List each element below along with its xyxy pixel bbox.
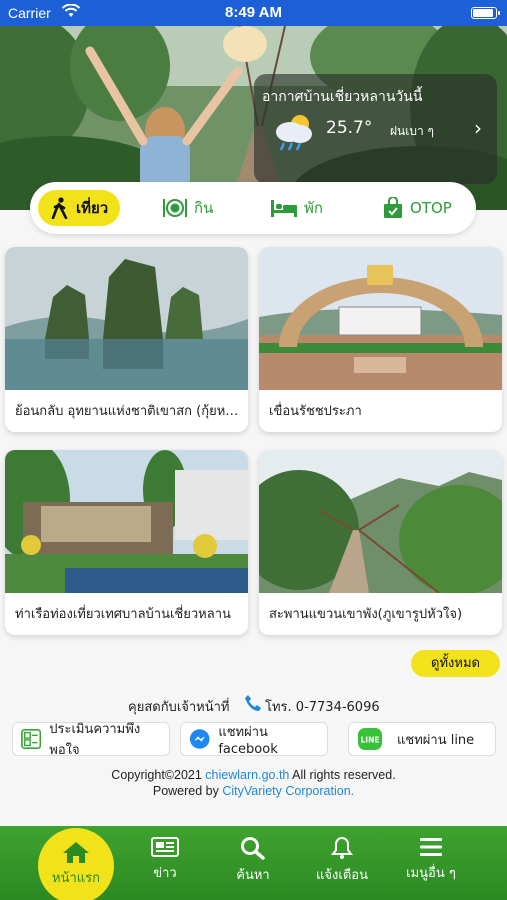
tab-notifications[interactable]: แจ้งเตือน bbox=[297, 836, 387, 885]
category-bar: เที่ยว กิน พัก OTOP bbox=[30, 182, 476, 234]
dining-icon bbox=[163, 199, 187, 217]
weather-temperature: 25.7° bbox=[326, 118, 373, 138]
company-link[interactable]: CityVariety Corporation. bbox=[222, 784, 354, 798]
rights-text: All rights reserved. bbox=[292, 768, 396, 782]
tab-label: หน้าแรก bbox=[52, 871, 100, 886]
shopping-bag-icon bbox=[384, 197, 402, 218]
checklist-icon bbox=[21, 728, 42, 750]
category-label: เที่ยว bbox=[76, 199, 109, 217]
bed-icon bbox=[271, 200, 297, 217]
site-link[interactable]: chiewlarn.go.th bbox=[205, 768, 289, 782]
line-chat-label: แชทผ่าน line bbox=[397, 732, 475, 748]
messenger-icon bbox=[189, 729, 210, 749]
clock: 8:49 AM bbox=[225, 4, 282, 21]
tab-home[interactable]: หน้าแรก bbox=[38, 828, 114, 900]
tab-news[interactable]: ข่าว bbox=[120, 836, 210, 883]
copyright-line: Copyright©2021 chiewlarn.go.th All right… bbox=[0, 768, 507, 782]
place-card[interactable]: ท่าเรือท่องเที่ยวเทศบาลบ้านเชี่ยวหลาน bbox=[5, 450, 248, 635]
newspaper-icon bbox=[151, 837, 179, 857]
status-bar: Carrier 8:49 AM bbox=[0, 0, 507, 26]
facebook-chat-button[interactable]: แชทผ่าน facebook bbox=[180, 722, 328, 757]
copyright-prefix: Copyright©2021 bbox=[111, 768, 202, 782]
place-card[interactable]: สะพานแขวนเขาพัง(ภูเขารูปหัวใจ) bbox=[259, 450, 502, 635]
place-title: ย้อนกลับ อุทยานแห่งชาติเขาสก (กุ้ยหลินเม… bbox=[15, 404, 240, 419]
powered-prefix: Powered by bbox=[152, 784, 219, 798]
category-label: กิน bbox=[194, 199, 214, 217]
line-icon: LINE bbox=[358, 728, 382, 750]
weather-widget[interactable]: อากาศบ้านเชี่ยวหลานวันนี้ 25.7° ฝนเบา ๆ … bbox=[254, 74, 497, 184]
weather-title: อากาศบ้านเชี่ยวหลานวันนี้ bbox=[262, 89, 423, 105]
category-tab-eat[interactable]: กิน bbox=[150, 190, 225, 226]
place-image bbox=[5, 450, 248, 593]
battery-icon bbox=[471, 7, 500, 19]
category-label: พัก bbox=[304, 199, 323, 217]
place-image bbox=[259, 450, 502, 593]
powered-by-line: Powered by CityVariety Corporation. bbox=[0, 784, 507, 798]
place-title: สะพานแขวนเขาพัง(ภูเขารูปหัวใจ) bbox=[269, 607, 463, 622]
survey-label: ประเมินความพึงพอใจ bbox=[49, 722, 141, 758]
place-image bbox=[259, 247, 502, 390]
bell-icon bbox=[331, 836, 353, 859]
tab-label: แจ้งเตือน bbox=[316, 868, 368, 883]
place-card[interactable]: ย้อนกลับ อุทยานแห่งชาติเขาสก (กุ้ยหลินเม… bbox=[5, 247, 248, 432]
line-chat-button[interactable]: LINE แชทผ่าน line bbox=[348, 722, 496, 756]
tab-label: ค้นหา bbox=[236, 868, 270, 883]
place-image bbox=[5, 247, 248, 390]
facebook-chat-label: แชทผ่าน facebook bbox=[218, 725, 278, 757]
home-icon bbox=[63, 842, 89, 863]
phone-icon[interactable] bbox=[244, 694, 262, 716]
category-tab-travel[interactable]: เที่ยว bbox=[38, 190, 121, 226]
place-card[interactable]: เขื่อนรัชชประภา bbox=[259, 247, 502, 432]
search-icon bbox=[241, 837, 265, 860]
svg-text:LINE: LINE bbox=[361, 736, 380, 745]
place-title: ท่าเรือท่องเที่ยวเทศบาลบ้านเชี่ยวหลาน bbox=[15, 607, 231, 622]
walking-icon bbox=[51, 197, 68, 219]
tab-label: ข่าว bbox=[153, 866, 177, 881]
tab-search[interactable]: ค้นหา bbox=[208, 836, 298, 885]
chevron-right-icon[interactable]: › bbox=[474, 116, 482, 140]
tab-label: เมนูอื่น ๆ bbox=[406, 866, 456, 881]
weather-description: ฝนเบา ๆ bbox=[390, 124, 434, 138]
menu-icon bbox=[420, 838, 442, 856]
category-label: OTOP bbox=[410, 199, 452, 217]
contact-label: คุยสดกับเจ้าหน้าที่ bbox=[128, 700, 230, 715]
category-tab-stay[interactable]: พัก bbox=[258, 190, 335, 226]
see-all-button[interactable]: ดูทั้งหมด bbox=[411, 650, 500, 677]
tab-more-menu[interactable]: เมนูอื่น ๆ bbox=[386, 836, 476, 883]
survey-button[interactable]: ประเมินความพึงพอใจ bbox=[12, 722, 170, 758]
rain-cloud-icon bbox=[272, 112, 316, 152]
place-title: เขื่อนรัชชประภา bbox=[269, 404, 362, 419]
phone-link[interactable]: โทร. 0-7734-6096 bbox=[265, 696, 380, 717]
category-tab-otop[interactable]: OTOP bbox=[370, 190, 464, 226]
